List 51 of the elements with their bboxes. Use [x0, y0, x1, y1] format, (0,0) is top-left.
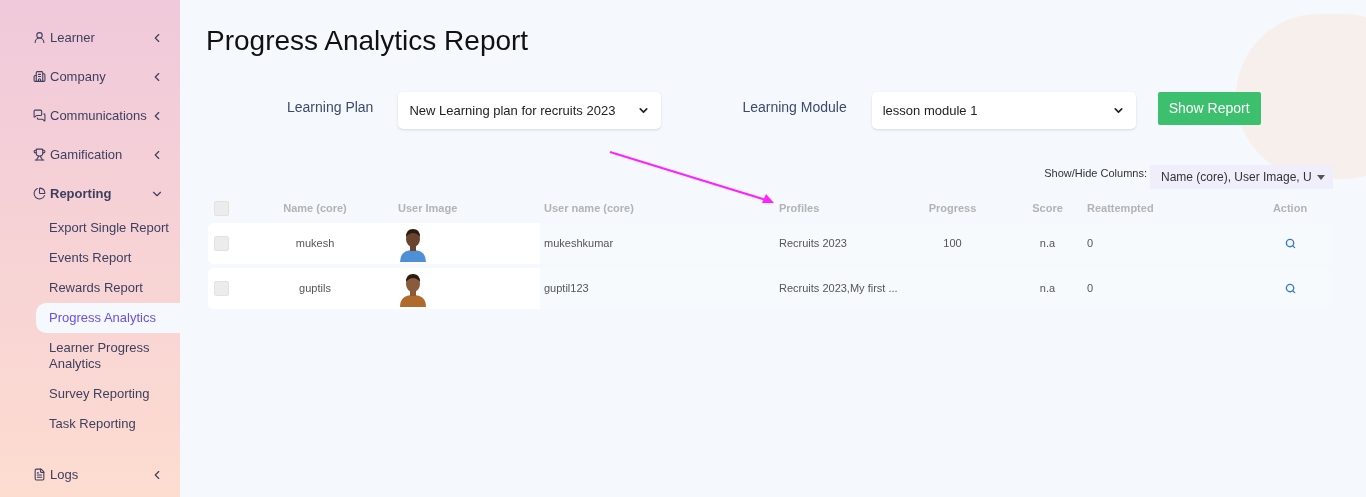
filter-label: Learning Plan — [287, 98, 374, 117]
table-cell: n.a — [1039, 237, 1056, 250]
pie-chart-icon — [33, 187, 46, 200]
caret-icon — [1317, 174, 1325, 180]
sidebar-subitem[interactable]: Progress Analytics — [36, 303, 180, 333]
columns-select[interactable]: Name (core), User Image, U — [1150, 165, 1333, 189]
sidebar-subitem[interactable]: Events Report — [36, 243, 180, 273]
sidebar-item[interactable]: Communications — [0, 96, 180, 135]
table-cell-text: mukesh — [295, 236, 335, 252]
column-header: Name (core) — [282, 200, 348, 216]
table-cell: 100 — [943, 237, 962, 250]
row-checkbox[interactable] — [214, 236, 229, 251]
trophy-icon — [33, 148, 46, 161]
table-cell-text: Recruits 2023,My first ... — [778, 281, 899, 297]
search-icon[interactable] — [1284, 238, 1296, 249]
search-icon[interactable] — [1284, 283, 1296, 294]
column-header: User Image — [397, 200, 459, 216]
sidebar-subitem[interactable]: Rewards Report — [36, 273, 180, 303]
columns-toggle-label: Show/Hide Columns: — [1044, 166, 1147, 181]
building-icon — [33, 70, 46, 83]
column-header: Progress — [927, 200, 978, 216]
table-cell-text: guptil123 — [543, 281, 590, 297]
sidebar-item[interactable]: Reporting — [0, 174, 180, 213]
select-field[interactable]: lesson module 1 — [871, 92, 1136, 129]
sidebar-item[interactable]: Gamification — [0, 135, 180, 174]
sidebar-subitem[interactable]: Survey Reporting — [36, 379, 180, 409]
sidebar-subitem[interactable]: Learner Progress Analytics — [36, 333, 180, 379]
table-cell: n.a — [1039, 282, 1056, 295]
select-field[interactable]: New Learning plan for recruits 2023 — [398, 92, 662, 129]
select-all-checkbox[interactable] — [214, 200, 229, 216]
filter-label: Learning Module — [742, 98, 847, 117]
table-cell-text: mukeshkumar — [543, 236, 615, 252]
page-title: Progress Analytics Report — [206, 24, 530, 58]
column-header: Action — [1271, 200, 1309, 216]
user-icon — [33, 31, 46, 44]
sidebar-subitem[interactable]: Export Single Report — [36, 213, 180, 243]
row-checkbox[interactable] — [214, 281, 229, 296]
sidebar-item[interactable]: Logs — [0, 455, 180, 494]
column-header: Profiles — [778, 200, 821, 216]
column-header: Reattempted — [1086, 200, 1155, 216]
table-cell-text: 0 — [1086, 236, 1095, 252]
sidebar-subitem[interactable]: Task Reporting — [36, 409, 180, 439]
table-cell-text: Recruits 2023 — [778, 236, 848, 252]
column-header: Score — [1031, 200, 1064, 216]
table-cell-text: guptils — [299, 281, 331, 297]
chat-icon — [33, 109, 46, 122]
sidebar-item[interactable]: Learner — [0, 18, 180, 57]
document-icon — [33, 468, 46, 481]
column-header: User name (core) — [543, 200, 635, 216]
sidebar-item[interactable]: Company — [0, 57, 180, 96]
table-cell-text: 0 — [1086, 281, 1095, 297]
